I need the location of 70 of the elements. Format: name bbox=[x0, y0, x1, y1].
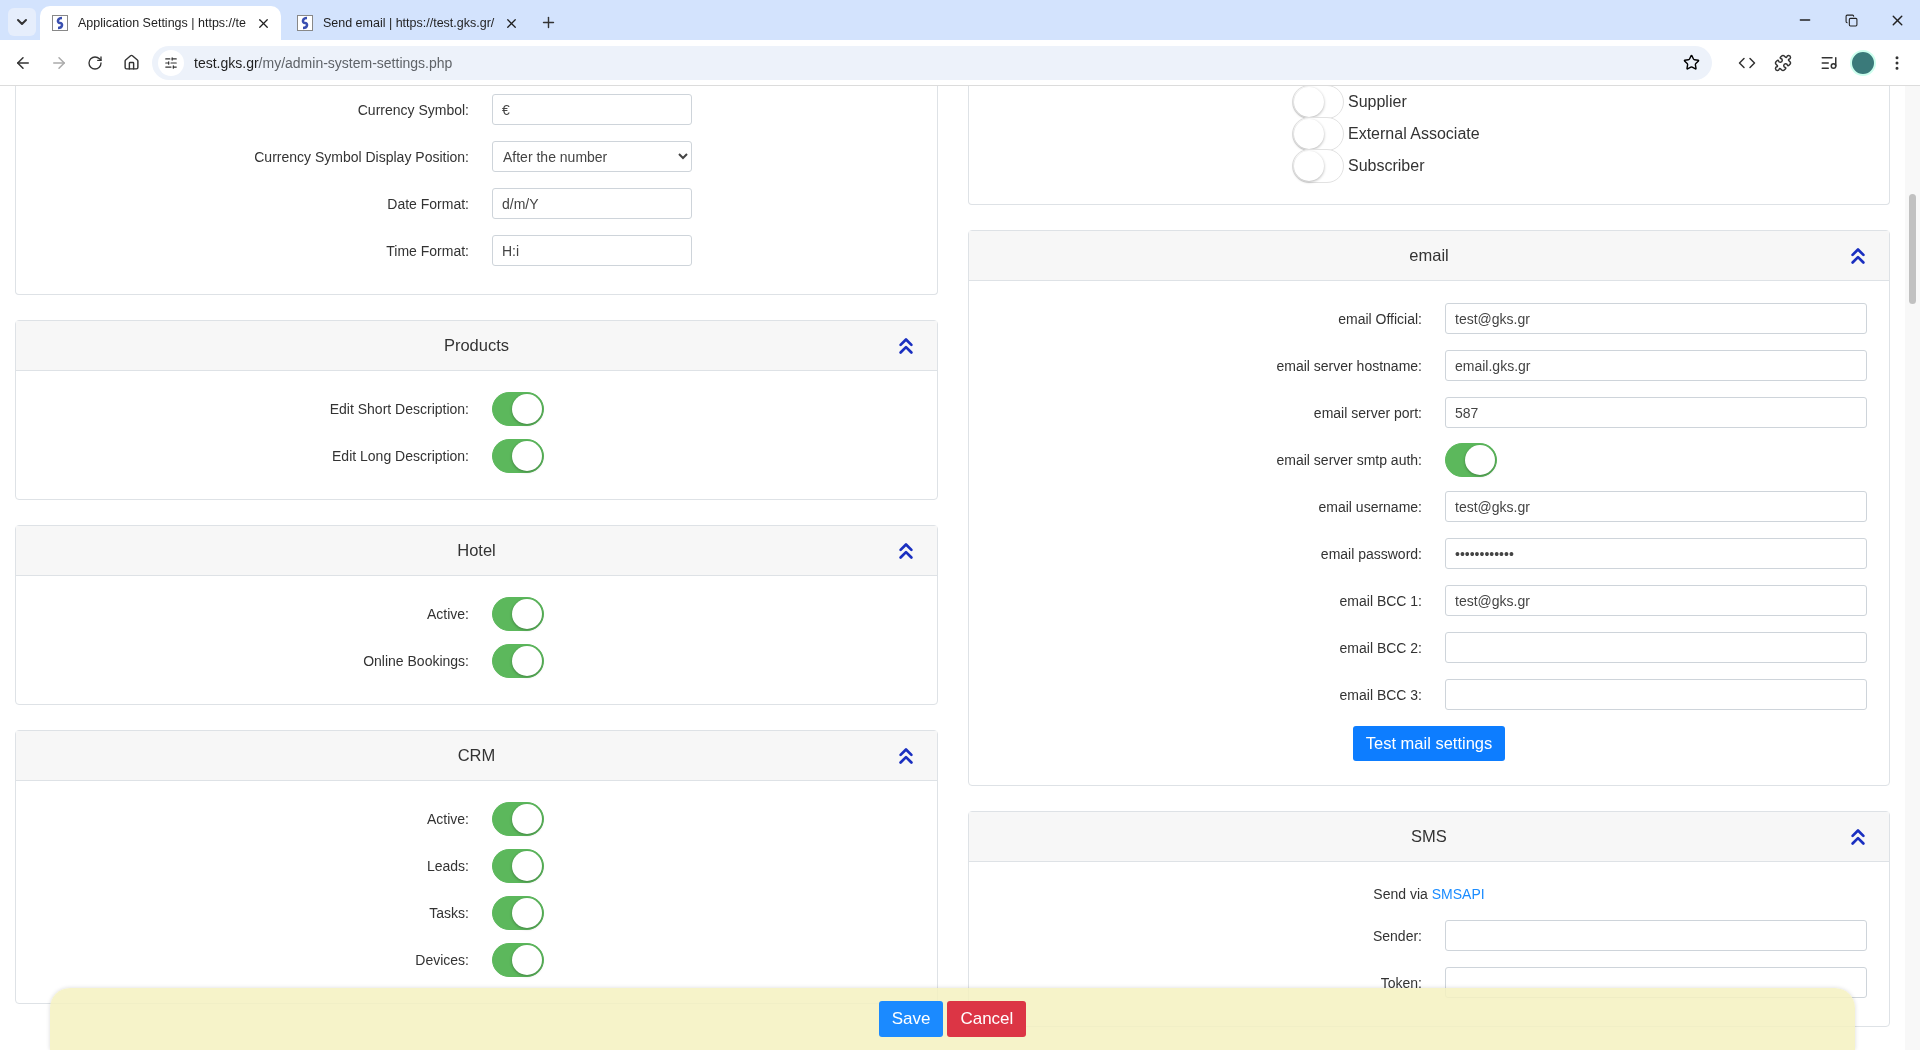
toggle-switch[interactable] bbox=[492, 643, 544, 678]
favicon-icon bbox=[52, 15, 68, 31]
intro-text: Send via bbox=[1373, 886, 1428, 902]
scrollbar[interactable] bbox=[1905, 86, 1920, 1050]
url-domain: test.gks.gr bbox=[194, 54, 259, 71]
card-title: email bbox=[1409, 246, 1449, 265]
field-label: email server port: bbox=[1312, 404, 1422, 421]
site-settings-icon[interactable] bbox=[158, 49, 184, 76]
toggle-switch[interactable] bbox=[492, 438, 544, 473]
field-label: Token: bbox=[1379, 974, 1422, 991]
field-label: Active: bbox=[426, 605, 469, 622]
card-title: SMS bbox=[1411, 827, 1447, 846]
favicon-icon bbox=[296, 15, 313, 31]
field-label: Currency Symbol Display Position: bbox=[253, 148, 469, 165]
field-label: email server hostname: bbox=[1275, 357, 1422, 374]
toggle-switch[interactable] bbox=[492, 801, 544, 836]
text-field[interactable] bbox=[1445, 632, 1867, 663]
role-label: Supplier bbox=[1348, 93, 1407, 111]
field-label: email server smtp auth: bbox=[1275, 451, 1422, 468]
text-field[interactable]: 587 bbox=[1445, 397, 1867, 428]
toggle-switch[interactable] bbox=[492, 848, 544, 883]
text-field[interactable]: test@gks.gr bbox=[1445, 303, 1867, 334]
tab-list-icon[interactable] bbox=[8, 8, 36, 36]
bookmark-star-icon[interactable] bbox=[1683, 54, 1700, 71]
field-label: Active: bbox=[426, 810, 469, 827]
field-label: email BCC 2: bbox=[1338, 639, 1422, 656]
text-field[interactable] bbox=[1445, 679, 1867, 710]
text-field[interactable]: H:i bbox=[492, 235, 692, 266]
url-path: /my/admin-system-settings.php bbox=[258, 54, 453, 71]
text-field[interactable]: email.gks.gr bbox=[1445, 350, 1867, 381]
test-mail-button[interactable]: Test mail settings bbox=[1352, 726, 1506, 761]
cancel-button[interactable]: Cancel bbox=[947, 1001, 1027, 1037]
card-title: Hotel bbox=[457, 541, 496, 560]
field-label: email BCC 1: bbox=[1338, 592, 1422, 609]
browser-tab[interactable]: Application Settings | https://te bbox=[40, 6, 281, 40]
field-label: Sender: bbox=[1371, 927, 1422, 944]
field-label: email username: bbox=[1317, 498, 1422, 515]
field-label: Devices: bbox=[414, 951, 469, 968]
text-field[interactable]: € bbox=[492, 94, 692, 125]
role-label: Subscriber bbox=[1348, 157, 1425, 175]
password-field[interactable]: •••••••••••• bbox=[1445, 538, 1867, 569]
text-field[interactable]: test@gks.gr bbox=[1445, 491, 1867, 522]
card-title: Products bbox=[443, 336, 510, 355]
field-label: email password: bbox=[1319, 545, 1422, 562]
field-label: Currency Symbol: bbox=[356, 101, 469, 118]
field-label: Online Bookings: bbox=[362, 652, 469, 669]
field-label: Edit Short Description: bbox=[328, 400, 469, 417]
toggle-switch[interactable] bbox=[492, 895, 544, 930]
field-label: email BCC 3: bbox=[1338, 686, 1422, 703]
field-label: Date Format: bbox=[386, 195, 469, 212]
field-label: Edit Long Description: bbox=[331, 447, 469, 464]
browser-tab[interactable]: Send email | https://test.gks.gr/ bbox=[284, 6, 530, 40]
text-field[interactable] bbox=[1445, 920, 1867, 951]
card-title: CRM bbox=[457, 746, 496, 765]
toggle-switch[interactable] bbox=[492, 942, 544, 977]
field-label: Tasks: bbox=[428, 904, 469, 921]
tab-title: Send email | https://test.gks.gr/ bbox=[322, 16, 495, 30]
toggle-switch[interactable] bbox=[1445, 442, 1497, 477]
tab-title: Application Settings | https://te bbox=[78, 16, 246, 30]
field-label: Time Format: bbox=[385, 242, 469, 259]
text-field[interactable]: test@gks.gr bbox=[1445, 585, 1867, 616]
text-field[interactable]: d/m/Y bbox=[492, 188, 692, 219]
toggle-switch[interactable] bbox=[492, 391, 544, 426]
address-bar[interactable]: test.gks.gr/my/admin-system-settings.php bbox=[152, 45, 1712, 80]
field-label: email Official: bbox=[1337, 310, 1422, 327]
select-field[interactable]: After the number bbox=[492, 141, 692, 172]
toggle-switch[interactable] bbox=[492, 596, 544, 631]
role-label: External Associate bbox=[1348, 125, 1480, 143]
profile-avatar[interactable] bbox=[1850, 49, 1876, 76]
field-label: Leads: bbox=[425, 857, 469, 874]
